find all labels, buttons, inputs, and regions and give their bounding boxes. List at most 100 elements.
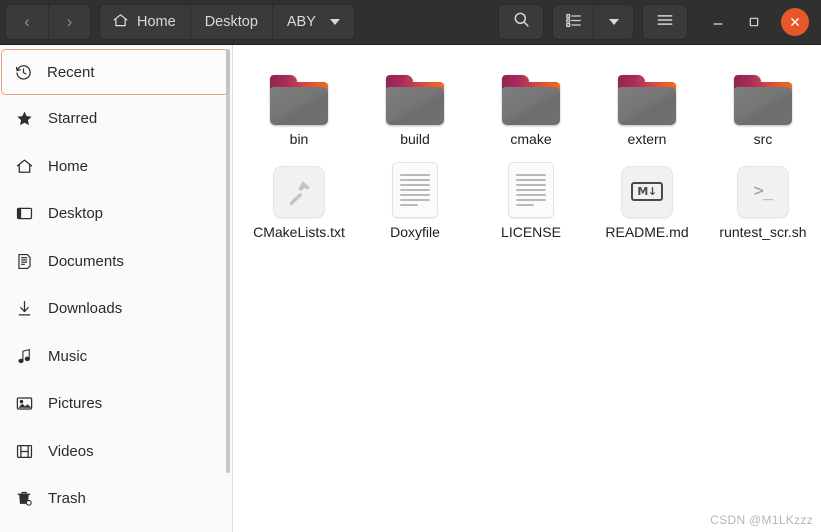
file-label: Doxyfile — [390, 223, 440, 240]
maximize-icon — [749, 17, 759, 27]
file-label: extern — [627, 131, 667, 147]
sidebar-label-home: Home — [48, 157, 89, 175]
terminal-icon: >_ — [732, 156, 794, 218]
chevron-left-icon: ‹ — [24, 12, 30, 31]
file-item-cmakelists[interactable]: CMakeLists.txt — [241, 148, 357, 241]
watermark: CSDN @M1LKzzz — [710, 513, 813, 527]
file-item-src[interactable]: src — [705, 55, 821, 148]
terminal-badge: >_ — [753, 181, 774, 202]
breadcrumb: Home Desktop ABY — [100, 5, 354, 39]
sidebar-item-downloads[interactable]: Downloads — [0, 285, 232, 333]
document-icon — [14, 251, 34, 271]
sidebar-item-trash[interactable]: Trash — [0, 475, 232, 523]
sidebar-label-videos: Videos — [48, 442, 94, 460]
file-item-readme[interactable]: M↓ README.md — [589, 148, 705, 241]
home-icon — [112, 12, 129, 33]
file-item-bin[interactable]: bin — [241, 55, 357, 148]
file-item-license[interactable]: LICENSE — [473, 148, 589, 241]
chevron-down-icon — [608, 19, 619, 25]
file-label: cmake — [510, 131, 552, 147]
back-button[interactable]: ‹ — [6, 5, 48, 39]
text-document-icon — [384, 156, 446, 218]
sidebar-item-recent[interactable]: Recent — [1, 49, 229, 95]
sidebar-label-documents: Documents — [48, 252, 124, 270]
trash-icon — [14, 489, 34, 509]
view-options-dropdown[interactable] — [593, 5, 633, 39]
file-label: runtest_scr.sh — [719, 223, 807, 240]
minimize-button[interactable] — [701, 5, 735, 39]
sidebar-item-music[interactable]: Music — [0, 333, 232, 381]
star-icon — [14, 109, 34, 129]
hamburger-menu-icon — [655, 10, 675, 35]
file-label: src — [753, 131, 773, 147]
breadcrumb-item-desktop[interactable]: Desktop — [189, 5, 272, 39]
file-label: bin — [289, 131, 309, 147]
sidebar-scrollbar[interactable] — [225, 49, 230, 473]
file-grid: bin build cmake extern src CMakeLists.tx… — [241, 55, 821, 240]
folder-icon — [616, 63, 678, 125]
sidebar-label-music: Music — [48, 347, 88, 365]
sidebar-label-starred: Starred — [48, 110, 98, 128]
breadcrumb-label-desktop: Desktop — [204, 14, 258, 30]
window-body: Recent Starred Home Desktop Documents Do… — [0, 45, 821, 532]
file-label: LICENSE — [501, 223, 561, 240]
file-label: CMakeLists.txt — [253, 223, 345, 240]
main-menu-button[interactable] — [643, 5, 687, 39]
text-document-icon — [500, 156, 562, 218]
markdown-icon: M↓ — [616, 156, 678, 218]
view-mode-group — [553, 5, 633, 39]
breadcrumb-label-aby: ABY — [286, 14, 316, 30]
sidebar-item-desktop[interactable]: Desktop — [0, 190, 232, 238]
file-item-cmake[interactable]: cmake — [473, 55, 589, 148]
file-label: README.md — [605, 223, 689, 240]
folder-icon — [268, 63, 330, 125]
chevron-right-icon: › — [66, 12, 73, 31]
breadcrumb-item-aby[interactable]: ABY — [271, 5, 354, 39]
sidebar-item-pictures[interactable]: Pictures — [0, 380, 232, 428]
file-item-build[interactable]: build — [357, 55, 473, 148]
hammer-icon — [268, 156, 330, 218]
sidebar-item-home[interactable]: Home — [0, 143, 232, 191]
navigation-button-group: ‹ › — [6, 5, 90, 39]
desktop-icon — [14, 204, 34, 224]
sidebar-label-pictures: Pictures — [48, 395, 103, 413]
close-icon — [791, 18, 799, 26]
maximize-button[interactable] — [737, 5, 771, 39]
sidebar-label-trash: Trash — [48, 490, 86, 508]
sidebar-item-videos[interactable]: Videos — [0, 428, 232, 476]
search-icon — [512, 10, 531, 34]
file-manager-window: ‹ › Home Desktop ABY Recent Starred Home… — [0, 0, 821, 532]
file-label: build — [400, 131, 430, 147]
download-icon — [14, 299, 34, 319]
forward-button[interactable]: › — [48, 5, 90, 39]
header-bar: ‹ › Home Desktop ABY — [0, 0, 821, 45]
sidebar: Recent Starred Home Desktop Documents Do… — [0, 45, 233, 532]
sidebar-label-desktop: Desktop — [48, 205, 104, 223]
file-item-extern[interactable]: extern — [589, 55, 705, 148]
list-view-button[interactable] — [553, 5, 593, 39]
sidebar-label-downloads: Downloads — [48, 300, 123, 318]
window-controls — [701, 5, 813, 39]
close-button[interactable] — [781, 8, 809, 36]
film-icon — [14, 441, 34, 461]
folder-icon — [384, 63, 446, 125]
breadcrumb-label-home: Home — [137, 14, 176, 30]
folder-icon — [732, 63, 794, 125]
file-list-view[interactable]: bin build cmake extern src CMakeLists.tx… — [233, 45, 821, 532]
sidebar-label-recent: Recent — [47, 63, 95, 81]
sidebar-item-starred[interactable]: Starred — [0, 95, 232, 143]
home-icon — [14, 156, 34, 176]
file-item-runtest-script[interactable]: >_ runtest_scr.sh — [705, 148, 821, 241]
sidebar-item-documents[interactable]: Documents — [0, 238, 232, 286]
markdown-badge: M↓ — [631, 182, 663, 202]
file-item-doxyfile[interactable]: Doxyfile — [357, 148, 473, 241]
minimize-icon — [713, 23, 723, 25]
chevron-down-icon — [329, 19, 340, 25]
clock-icon — [13, 62, 33, 82]
folder-icon — [500, 63, 562, 125]
search-button[interactable] — [499, 5, 543, 39]
list-view-icon — [564, 11, 583, 34]
picture-icon — [14, 394, 34, 414]
music-note-icon — [14, 346, 34, 366]
breadcrumb-item-home[interactable]: Home — [100, 5, 190, 39]
